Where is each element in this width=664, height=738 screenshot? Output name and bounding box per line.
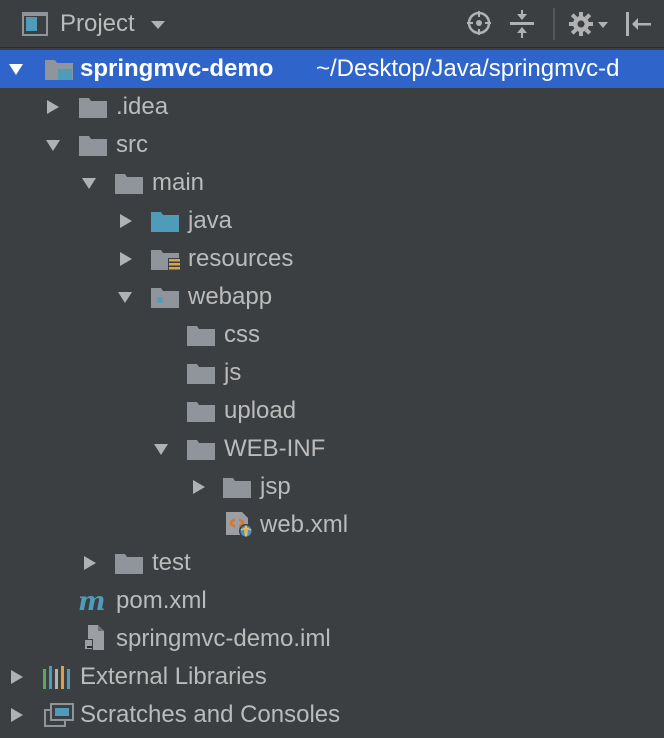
tree-label: web.xml <box>260 511 349 538</box>
web-folder-icon <box>150 285 180 309</box>
tree-label: webapp <box>188 283 273 310</box>
expanded-arrow-icon[interactable] <box>8 61 24 77</box>
tree-row-java[interactable]: java <box>0 202 664 240</box>
collapsed-arrow-icon[interactable] <box>118 213 134 229</box>
tree-label: src <box>116 131 148 158</box>
tree-label: js <box>224 359 242 386</box>
tree-label: java <box>188 207 233 234</box>
scratches-icon <box>44 702 76 728</box>
folder-icon <box>114 171 144 195</box>
collapsed-arrow-icon[interactable] <box>45 99 61 115</box>
tree-label: Scratches and Consoles <box>80 701 341 728</box>
folder-icon <box>222 475 252 499</box>
folder-icon <box>186 361 216 385</box>
toolbar-separator <box>553 8 555 40</box>
tree-row-src[interactable]: src <box>0 126 664 164</box>
collapsed-arrow-icon[interactable] <box>118 251 134 267</box>
expanded-arrow-icon[interactable] <box>117 289 133 305</box>
root-module-name: springmvc-demo <box>80 55 274 82</box>
tree-label: resources <box>188 245 294 272</box>
tree-row-webapp[interactable]: webapp <box>0 278 664 316</box>
tree-row-main[interactable]: main <box>0 164 664 202</box>
collapsed-arrow-icon[interactable] <box>191 479 207 495</box>
tree-label: upload <box>224 397 297 424</box>
resources-folder-icon <box>150 247 181 272</box>
folder-icon <box>186 399 216 423</box>
expanded-arrow-icon[interactable] <box>81 175 97 191</box>
tree-label: main <box>152 169 205 196</box>
tree-label: springmvc-demo.iml <box>116 625 331 652</box>
tree-row-iml[interactable]: springmvc-demo.iml <box>0 620 664 658</box>
source-folder-icon <box>150 209 180 233</box>
tree-row-external-libraries[interactable]: External Libraries <box>0 658 664 696</box>
tree-row-upload[interactable]: upload <box>0 392 664 430</box>
panel-title: Project <box>60 10 135 37</box>
tree-label: pom.xml <box>116 587 207 614</box>
root-module-path: ~/Desktop/Java/springmvc-d <box>316 55 620 82</box>
collapsed-arrow-icon[interactable] <box>82 555 98 571</box>
tree-label: test <box>152 549 191 576</box>
tree-row-css[interactable]: css <box>0 316 664 354</box>
folder-icon <box>114 551 144 575</box>
svg-text:m: m <box>78 589 106 613</box>
tree-label: WEB-INF <box>224 435 326 462</box>
tree-label: css <box>224 321 260 348</box>
tree-row-scratches[interactable]: Scratches and Consoles <box>0 696 664 734</box>
locate-icon[interactable] <box>466 10 492 41</box>
module-folder-icon <box>44 57 74 81</box>
xml-file-icon <box>224 511 256 539</box>
project-panel-icon <box>22 12 48 36</box>
iml-file-icon <box>82 624 108 652</box>
folder-icon <box>186 437 216 461</box>
collapsed-arrow-icon[interactable] <box>9 669 25 685</box>
tree-row-test[interactable]: test <box>0 544 664 582</box>
tree-row-resources[interactable]: resources <box>0 240 664 278</box>
tree-row-webxml[interactable]: web.xml <box>0 506 664 544</box>
tree-label: External Libraries <box>80 663 267 690</box>
chevron-down-icon <box>150 21 165 29</box>
tree-row-webinf[interactable]: WEB-INF <box>0 430 664 468</box>
folder-icon <box>78 95 108 119</box>
project-view-selector[interactable]: Project <box>22 9 165 39</box>
tree-row-jsp[interactable]: jsp <box>0 468 664 506</box>
hide-panel-icon[interactable] <box>624 10 652 43</box>
folder-icon <box>78 133 108 157</box>
folder-icon <box>186 323 216 347</box>
gear-icon[interactable] <box>568 10 610 43</box>
collapsed-arrow-icon[interactable] <box>9 707 25 723</box>
collapse-all-icon[interactable] <box>509 10 535 43</box>
tree-label: jsp <box>260 473 291 500</box>
tree-row-root[interactable]: springmvc-demo ~/Desktop/Java/springmvc-… <box>0 50 664 88</box>
tree-row-js[interactable]: js <box>0 354 664 392</box>
project-toolbar: Project <box>0 0 664 48</box>
maven-icon: m <box>78 587 108 617</box>
tree-label: .idea <box>116 93 169 120</box>
expanded-arrow-icon[interactable] <box>45 137 61 153</box>
tree-row-idea[interactable]: .idea <box>0 88 664 126</box>
libraries-icon <box>42 664 74 690</box>
expanded-arrow-icon[interactable] <box>153 441 169 457</box>
tree-row-pom[interactable]: m pom.xml <box>0 582 664 620</box>
